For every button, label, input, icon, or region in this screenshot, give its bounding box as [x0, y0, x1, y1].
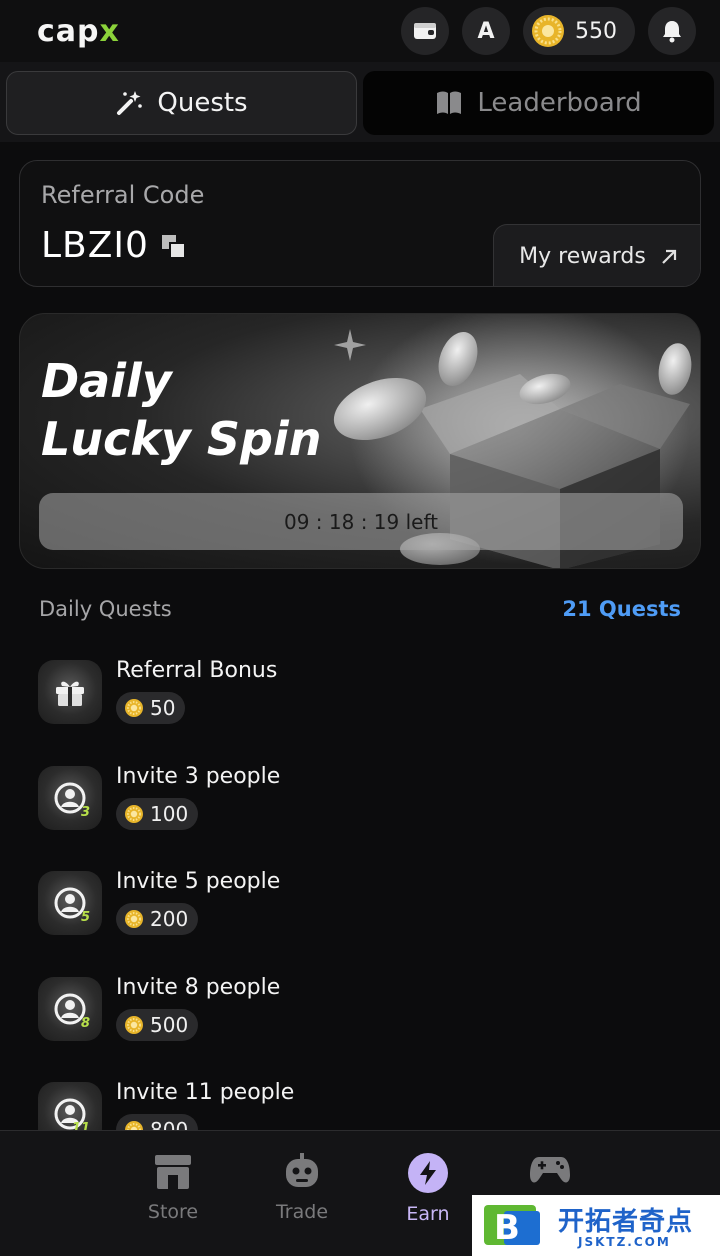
- tab-leaderboard-label: Leaderboard: [477, 88, 642, 118]
- nav-trade[interactable]: Trade: [247, 1153, 357, 1233]
- quest-count-badge: 11: [71, 1121, 90, 1130]
- earn-icon-circle: [408, 1153, 448, 1193]
- top-header: capx A 550: [0, 0, 720, 62]
- watermark-text: 开拓者奇点: [558, 1207, 694, 1237]
- coin-balance: 550: [575, 18, 617, 44]
- copy-icon[interactable]: [161, 234, 187, 260]
- gamepad-icon: [530, 1157, 570, 1183]
- notifications-button[interactable]: [648, 7, 696, 55]
- quest-icon-box: 5: [38, 871, 102, 935]
- coin-icon: [532, 15, 564, 47]
- nav-store[interactable]: Store: [118, 1153, 228, 1233]
- avatar-letter: A: [477, 18, 495, 44]
- quest-reward-amount: 800: [150, 1118, 189, 1130]
- quest-reward-badge: 100: [116, 798, 199, 830]
- book-icon: [437, 91, 462, 114]
- quest-reward-badge: 500: [116, 1009, 199, 1041]
- quest-item[interactable]: 5 Invite 5 people 200: [38, 851, 678, 935]
- quest-name: Invite 11 people: [116, 1080, 295, 1105]
- nav-earn[interactable]: Earn: [373, 1153, 483, 1233]
- gift-icon: [56, 681, 84, 706]
- coin-icon: [125, 699, 143, 717]
- quest-icon-box: 11: [38, 1082, 102, 1130]
- wallet-button[interactable]: [401, 7, 449, 55]
- lightning-icon: [420, 1161, 436, 1185]
- quest-item[interactable]: Referral Bonus 50: [38, 640, 678, 724]
- wallet-icon: [414, 23, 436, 39]
- nav-earn-label: Earn: [406, 1203, 450, 1225]
- coin-icon: [125, 805, 143, 823]
- referral-label: Referral Code: [41, 181, 205, 209]
- quest-icon-box: 3: [38, 766, 102, 830]
- spin-countdown: 09 : 18 : 19 left: [39, 493, 683, 550]
- quests-count-link[interactable]: 21 Quests: [562, 597, 681, 621]
- quest-count-badge: 3: [80, 805, 90, 820]
- nav-trade-label: Trade: [275, 1201, 329, 1223]
- my-rewards-label: My rewards: [519, 244, 646, 269]
- referral-card: Referral Code LBZI0 My rewards: [19, 160, 701, 287]
- quest-count-badge: 5: [80, 910, 90, 925]
- magic-wand-icon: [117, 91, 143, 115]
- lucky-spin-banner[interactable]: Daily Lucky Spin 09 : 18 : 19 left: [19, 313, 701, 569]
- quest-item[interactable]: 11 Invite 11 people 800: [38, 1062, 678, 1130]
- quest-item[interactable]: 8 Invite 8 people 500: [38, 957, 678, 1041]
- lucky-spin-title-line1: Daily: [41, 354, 172, 408]
- quest-icon-box: 8: [38, 977, 102, 1041]
- tab-quests-label: Quests: [157, 88, 248, 118]
- quest-name: Invite 5 people: [116, 869, 281, 894]
- lucky-spin-title-line2: Lucky Spin: [41, 412, 322, 466]
- quest-name: Invite 3 people: [116, 764, 281, 789]
- quest-reward-amount: 100: [150, 802, 189, 826]
- quest-reward-amount: 500: [150, 1013, 189, 1037]
- quest-item[interactable]: 3 Invite 3 people 100: [38, 746, 678, 830]
- quest-count-badge: 8: [80, 1016, 90, 1031]
- arrow-up-right-icon: [662, 249, 676, 264]
- watermark-subtext: JSKTZ.COM: [578, 1235, 671, 1249]
- quest-reward-amount: 200: [150, 907, 189, 931]
- quest-list: Referral Bonus 50 3 Invite 3 people 100: [0, 640, 720, 1130]
- watermark: B 开拓者奇点 JSKTZ.COM: [472, 1195, 720, 1256]
- coin-icon: [125, 910, 143, 928]
- app-logo[interactable]: capx: [37, 14, 120, 49]
- nav-store-label: Store: [147, 1201, 199, 1223]
- my-rewards-button[interactable]: My rewards: [493, 224, 700, 286]
- store-icon: [155, 1155, 191, 1189]
- robot-icon: [286, 1153, 318, 1187]
- coin-icon: [125, 1121, 143, 1130]
- coin-icon: [125, 1016, 143, 1034]
- tab-quests[interactable]: Quests: [6, 71, 357, 135]
- daily-quests-heading: Daily Quests: [39, 597, 172, 621]
- quest-name: Invite 8 people: [116, 975, 281, 1000]
- avatar-button[interactable]: A: [462, 7, 510, 55]
- quest-reward-badge: 200: [116, 903, 199, 935]
- quest-reward-badge: 800: [116, 1114, 199, 1130]
- tabs-bar: Quests Leaderboard: [0, 62, 720, 142]
- quest-reward-amount: 50: [150, 696, 176, 720]
- referral-code: LBZI0: [41, 225, 149, 266]
- tab-leaderboard[interactable]: Leaderboard: [363, 71, 714, 135]
- quest-reward-badge: 50: [116, 692, 186, 724]
- quest-name: Referral Bonus: [116, 658, 278, 683]
- watermark-logo-icon: B: [484, 1205, 540, 1248]
- svg-text:B: B: [494, 1208, 520, 1248]
- quest-icon-box: [38, 660, 102, 724]
- bell-icon: [663, 21, 681, 43]
- coin-balance-button[interactable]: 550: [523, 7, 635, 55]
- lucky-spin-title: Daily Lucky Spin: [41, 352, 322, 468]
